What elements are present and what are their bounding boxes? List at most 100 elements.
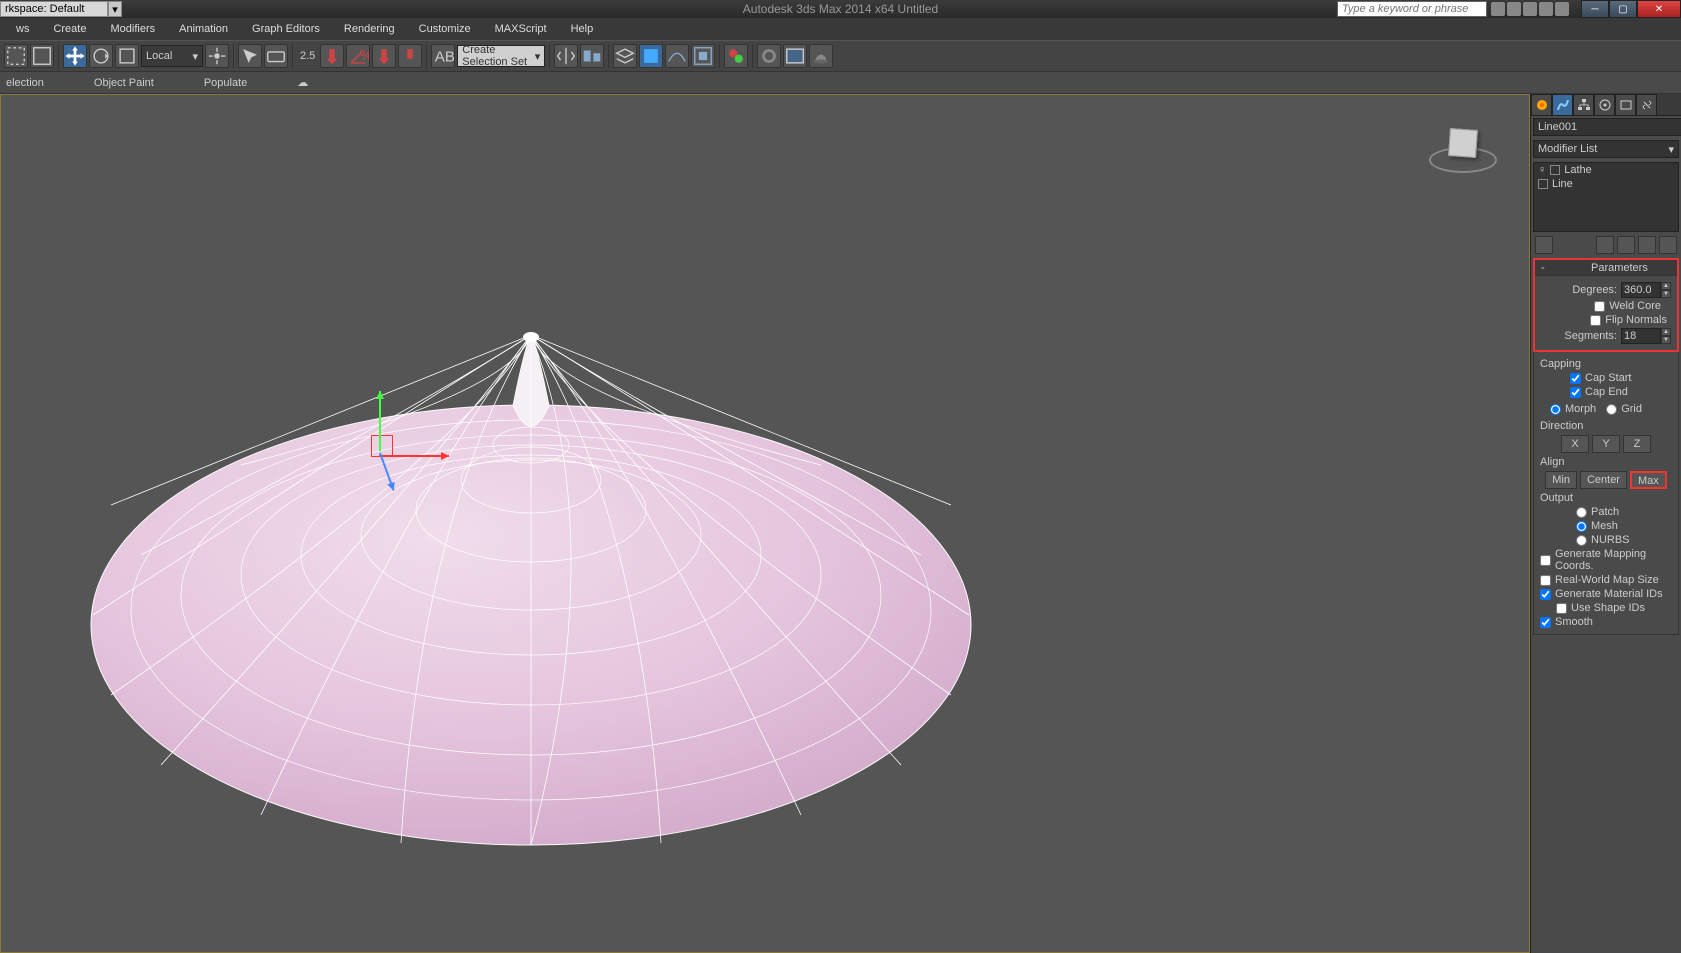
- viewport[interactable]: [0, 94, 1530, 953]
- gen-mapping-checkbox[interactable]: [1540, 555, 1551, 566]
- configure-sets-icon[interactable]: [1659, 236, 1677, 254]
- weld-core-checkbox[interactable]: [1594, 301, 1605, 312]
- toggle-ribbon-icon[interactable]: [639, 44, 663, 68]
- ribbon-object-paint[interactable]: Object Paint: [94, 77, 154, 89]
- align-max-button[interactable]: Max: [1630, 471, 1667, 489]
- motion-tab-icon[interactable]: [1594, 94, 1615, 116]
- utilities-tab-icon[interactable]: [1636, 94, 1657, 116]
- object-name-input[interactable]: [1533, 118, 1681, 136]
- use-shape-checkbox[interactable]: [1556, 603, 1567, 614]
- exchange-icon[interactable]: [1523, 2, 1537, 16]
- curve-editor-icon[interactable]: [665, 44, 689, 68]
- use-center-icon[interactable]: [205, 44, 229, 68]
- mesh-radio[interactable]: [1576, 521, 1587, 532]
- smooth-checkbox[interactable]: [1540, 617, 1551, 628]
- select-manipulate-icon[interactable]: [238, 44, 262, 68]
- menu-graph-editors[interactable]: Graph Editors: [240, 18, 332, 40]
- menu-animation[interactable]: Animation: [167, 18, 240, 40]
- nurbs-radio[interactable]: [1576, 535, 1587, 546]
- display-tab-icon[interactable]: [1615, 94, 1636, 116]
- search-icon[interactable]: [1491, 2, 1505, 16]
- render-icon[interactable]: [809, 44, 833, 68]
- ribbon-selection[interactable]: election: [6, 77, 44, 89]
- stack-item-line[interactable]: Line: [1534, 177, 1678, 191]
- segments-spin-down[interactable]: ▼: [1661, 336, 1671, 344]
- menu-bar: ws Create Modifiers Animation Graph Edit…: [0, 18, 1681, 40]
- pin-stack-icon[interactable]: [1535, 236, 1553, 254]
- hierarchy-tab-icon[interactable]: [1573, 94, 1594, 116]
- gizmo-x-axis[interactable]: [379, 455, 449, 457]
- mirror-icon[interactable]: [554, 44, 578, 68]
- render-setup-icon[interactable]: [757, 44, 781, 68]
- modifier-list-dropdown[interactable]: Modifier List▾: [1533, 140, 1679, 158]
- named-selection-dropdown[interactable]: Create Selection Set▾: [457, 45, 545, 67]
- align-min-button[interactable]: Min: [1545, 471, 1577, 489]
- rotate-tool-icon[interactable]: [89, 44, 113, 68]
- align-icon[interactable]: [580, 44, 604, 68]
- close-button[interactable]: ✕: [1637, 0, 1681, 18]
- help-icon[interactable]: [1555, 2, 1569, 16]
- patch-radio[interactable]: [1576, 507, 1587, 518]
- favorite-icon[interactable]: [1539, 2, 1553, 16]
- gizmo-y-axis[interactable]: [379, 391, 381, 451]
- menu-maxscript[interactable]: MAXScript: [483, 18, 559, 40]
- parameters-rollout-rest: Capping Cap Start Cap End Morph Grid Dir…: [1533, 352, 1679, 635]
- gen-mapping-label: Generate Mapping Coords.: [1555, 548, 1672, 572]
- menu-help[interactable]: Help: [559, 18, 606, 40]
- direction-z-button[interactable]: Z: [1623, 435, 1651, 453]
- material-editor-icon[interactable]: [724, 44, 748, 68]
- keyboard-shortcut-icon[interactable]: [264, 44, 288, 68]
- grid-radio[interactable]: [1606, 404, 1617, 415]
- snap-toggle-icon[interactable]: [320, 44, 344, 68]
- menu-item[interactable]: ws: [4, 18, 41, 40]
- stack-item-lathe[interactable]: ♀Lathe: [1534, 163, 1678, 177]
- nurbs-label: NURBS: [1591, 534, 1630, 546]
- rendered-frame-icon[interactable]: [783, 44, 807, 68]
- selection-region-rect-icon[interactable]: [4, 44, 28, 68]
- workspace-dropdown-arrow[interactable]: ▾: [108, 1, 122, 17]
- coord-system-dropdown[interactable]: Local▾: [141, 45, 203, 67]
- viewcube[interactable]: [1429, 125, 1499, 175]
- cap-start-checkbox[interactable]: [1570, 373, 1581, 384]
- modifier-stack[interactable]: ♀Lathe Line: [1533, 162, 1679, 232]
- show-end-result-icon[interactable]: [1596, 236, 1614, 254]
- layers-icon[interactable]: [613, 44, 637, 68]
- gen-material-checkbox[interactable]: [1540, 589, 1551, 600]
- help-search-input[interactable]: [1337, 1, 1487, 17]
- rollout-toggle-icon[interactable]: -: [1541, 262, 1545, 274]
- schematic-view-icon[interactable]: [691, 44, 715, 68]
- selection-window-icon[interactable]: [30, 44, 54, 68]
- direction-x-button[interactable]: X: [1561, 435, 1589, 453]
- percent-snap-icon[interactable]: [372, 44, 396, 68]
- move-tool-icon[interactable]: [63, 44, 87, 68]
- degrees-spin-down[interactable]: ▼: [1661, 290, 1671, 298]
- key-icon[interactable]: [1507, 2, 1521, 16]
- flip-normals-checkbox[interactable]: [1590, 315, 1601, 326]
- make-unique-icon[interactable]: [1617, 236, 1635, 254]
- cap-end-checkbox[interactable]: [1570, 387, 1581, 398]
- remove-modifier-icon[interactable]: [1638, 236, 1656, 254]
- menu-modifiers[interactable]: Modifiers: [98, 18, 167, 40]
- degrees-input[interactable]: [1621, 282, 1661, 298]
- segments-spin-up[interactable]: ▲: [1661, 328, 1671, 336]
- real-world-checkbox[interactable]: [1540, 575, 1551, 586]
- maximize-button[interactable]: ▢: [1609, 0, 1637, 18]
- menu-rendering[interactable]: Rendering: [332, 18, 407, 40]
- angle-snap-icon[interactable]: %: [346, 44, 370, 68]
- modify-tab-icon[interactable]: [1552, 94, 1573, 116]
- menu-create[interactable]: Create: [41, 18, 98, 40]
- menu-customize[interactable]: Customize: [407, 18, 483, 40]
- segments-input[interactable]: [1621, 328, 1661, 344]
- workspace-selector[interactable]: rkspace: Default: [0, 1, 108, 17]
- scale-tool-icon[interactable]: [115, 44, 139, 68]
- named-selection-edit-icon[interactable]: ABC: [431, 44, 455, 68]
- degrees-spin-up[interactable]: ▲: [1661, 282, 1671, 290]
- direction-y-button[interactable]: Y: [1592, 435, 1620, 453]
- create-tab-icon[interactable]: [1531, 94, 1552, 116]
- spinner-snap-icon[interactable]: [398, 44, 422, 68]
- ribbon-populate[interactable]: Populate: [204, 77, 247, 89]
- morph-radio[interactable]: [1550, 404, 1561, 415]
- align-center-button[interactable]: Center: [1580, 471, 1627, 489]
- ribbon-more-icon[interactable]: ☁: [297, 76, 308, 89]
- minimize-button[interactable]: ─: [1581, 0, 1609, 18]
